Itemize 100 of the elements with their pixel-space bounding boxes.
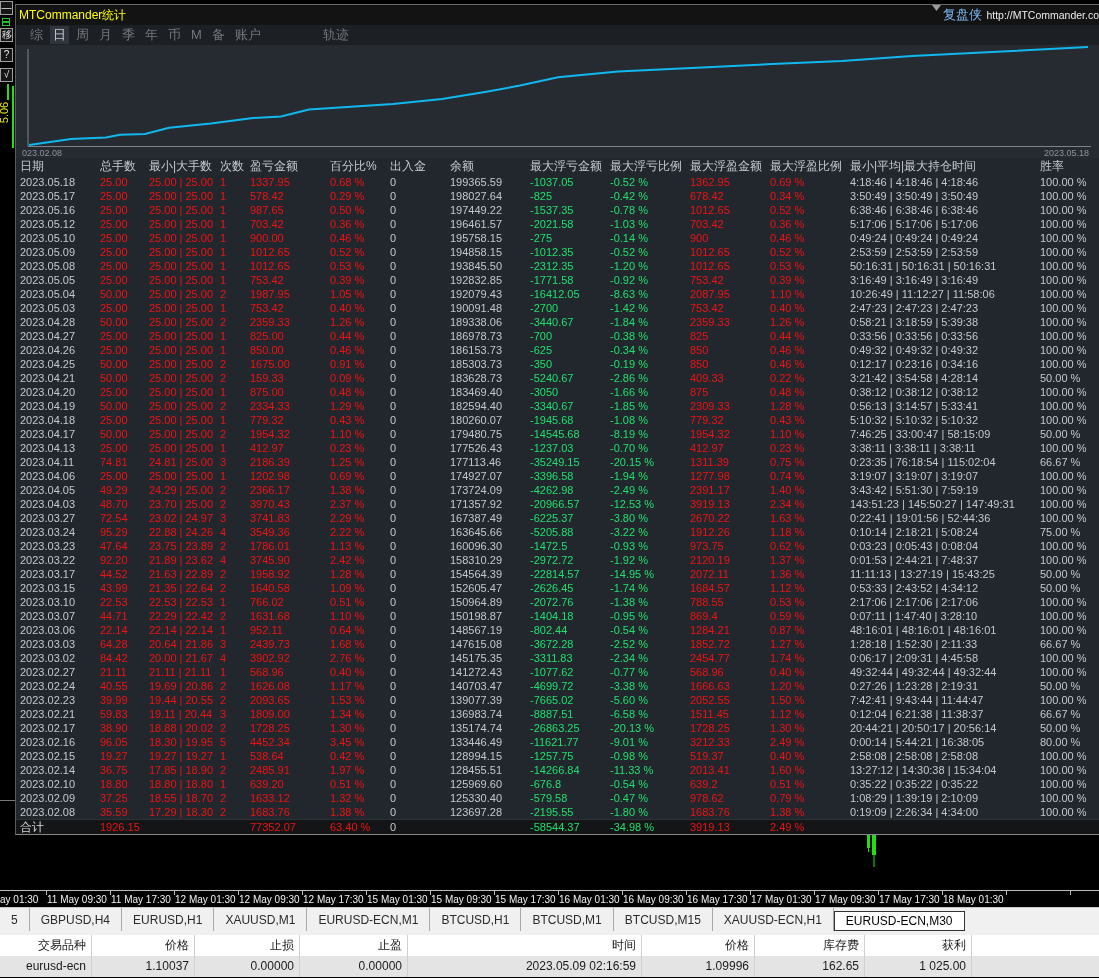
chart-tab[interactable]: EURUSD-ECN,M30 xyxy=(833,911,965,931)
table-cell-text: 189338.06 xyxy=(450,315,503,329)
table-cell-text: 2.22 % xyxy=(330,525,366,539)
table-cell-text: 0 xyxy=(390,511,398,525)
table-cell-text: 0:12:04 | 6:21:38 | 11:38:37 xyxy=(850,707,985,721)
table-cell-text: 100.00 % xyxy=(1040,665,1088,679)
table-cell-text: 125969.60 xyxy=(450,777,503,791)
table-cell-text: 100.00 % xyxy=(1040,273,1088,287)
table-cell-text: -1.42 % xyxy=(610,301,649,315)
column-header: 胜率 xyxy=(1040,159,1065,174)
time-axis-label: 16 May 01:30 xyxy=(558,893,621,906)
table-cell-text: 1 xyxy=(220,777,228,791)
triangle-icon xyxy=(932,5,942,11)
table-cell-text: 1.30 % xyxy=(770,721,806,735)
table-cell-text: 23.70 | 25.00 xyxy=(149,497,215,511)
tab[interactable]: 轨迹 xyxy=(319,26,352,44)
table-cell-text: 0.62 % xyxy=(770,539,806,553)
table-cell-text: 5:10:32 | 5:10:32 | 5:10:32 xyxy=(850,413,980,427)
table-cell-text: 0:58:21 | 3:18:59 | 5:39:38 xyxy=(850,315,980,329)
table-cell-text: 135174.74 xyxy=(450,721,503,735)
table-cell-text: 0 xyxy=(390,259,398,273)
tab[interactable]: 周 xyxy=(73,26,92,44)
table-cell-text: -676.8 xyxy=(530,777,563,791)
table-cell-text: 2023.03.03 xyxy=(20,637,77,651)
table-cell-text: 25.00 xyxy=(100,245,129,259)
table-cell-text: 100.00 % xyxy=(1040,749,1088,763)
table-cell: 1.10037 xyxy=(92,956,195,977)
table-cell-text: -0.38 % xyxy=(610,329,649,343)
table-cell-text: 0 xyxy=(390,707,398,721)
table-cell-text: -0.14 % xyxy=(610,231,649,245)
table-cell-text: 2023.05.12 xyxy=(20,217,77,231)
column-header: 最大浮盈比例 xyxy=(770,159,843,174)
tab[interactable]: 备 xyxy=(208,26,228,44)
table-cell-text: 123697.28 xyxy=(450,805,503,819)
table-cell-text: 180260.07 xyxy=(450,413,503,427)
table-cell-text: 2359.33 xyxy=(690,315,731,329)
candle-icon xyxy=(867,835,870,852)
tab[interactable]: 年 xyxy=(142,26,161,44)
table-cell-text: 1.10 % xyxy=(330,427,366,441)
table-cell-text: 0:06:17 | 2:09:31 | 4:45:58 xyxy=(850,651,980,665)
table-cell-text: -0.42 % xyxy=(610,189,649,203)
table-cell-text: 1.28 % xyxy=(330,567,366,581)
table-cell-text: -2972.72 xyxy=(530,553,575,567)
table-cell-text: 1912.26 xyxy=(690,525,731,539)
table-cell-text: 1.38 % xyxy=(330,805,366,819)
table-cell-text: 1 xyxy=(220,231,228,245)
table-cell-text: 779.32 xyxy=(250,413,285,427)
tab[interactable]: 月 xyxy=(96,26,115,44)
tab[interactable]: 综 xyxy=(27,26,46,44)
tab[interactable]: 季 xyxy=(119,26,138,44)
table-cell-text: 100.00 % xyxy=(1040,413,1088,427)
table-cell-text: -4262.98 xyxy=(530,483,575,497)
table-cell-text: 412.97 xyxy=(250,441,285,455)
table-cell-text: 2023.04.28 xyxy=(20,315,77,329)
table-cell-text: 179480.75 xyxy=(450,427,503,441)
table-cell-text: 0 xyxy=(390,735,398,749)
table-cell-text: 25.00 xyxy=(100,189,129,203)
table-cell-text: 3970.43 xyxy=(250,497,291,511)
table-cell-text: 0.48 % xyxy=(770,385,806,399)
tab[interactable]: 币 xyxy=(165,26,184,44)
table-cell-text: 75.00 % xyxy=(1040,525,1082,539)
table-cell-text: 825 xyxy=(690,329,710,343)
tab[interactable]: 账户 xyxy=(231,26,264,44)
table-cell-text: 19.11 | 20.44 xyxy=(149,707,214,721)
table-cell-text: 100.00 % xyxy=(1040,609,1088,623)
table-cell-text: -1.84 % xyxy=(610,315,649,329)
toolbar-button[interactable]: 移 xyxy=(0,28,13,42)
toolbar-button[interactable]: — xyxy=(0,1,13,15)
table-cell-text: 148567.19 xyxy=(450,623,503,637)
table-cell-text: 1337.95 xyxy=(250,175,291,189)
time-axis-label: 16 May 17:30 xyxy=(686,893,749,906)
table-cell-text: -8887.51 xyxy=(530,707,575,721)
table-cell-text: 2072.11 xyxy=(690,567,730,581)
table-cell-text: -1.92 % xyxy=(610,553,649,567)
table-cell-text: 44.71 xyxy=(100,609,129,623)
table-cell-text: 1 xyxy=(220,217,228,231)
table-cell-text: 100.00 % xyxy=(1040,483,1088,497)
table-cell-text: 6:38:46 | 6:38:46 | 6:38:46 xyxy=(850,203,980,217)
table-cell-text: 192832.85 xyxy=(450,273,503,287)
column-header: 余额 xyxy=(450,159,475,174)
table-cell-text: 2023.04.26 xyxy=(20,343,77,357)
table-cell-text: -350 xyxy=(530,357,554,371)
total-cell-text: 1926.15 xyxy=(100,820,141,834)
tab[interactable]: 日 xyxy=(50,26,69,44)
table-cell-text: -11.33 % xyxy=(610,763,655,777)
table-cell-text: 139077.39 xyxy=(450,693,503,707)
table-cell-text: 2023.02.21 xyxy=(20,707,77,721)
table-cell-text: 100.00 % xyxy=(1040,791,1088,805)
table-cell-text: 0.50 % xyxy=(330,203,366,217)
tab[interactable]: M xyxy=(188,26,205,44)
table-cell-text: 2:17:06 | 2:17:06 | 2:17:06 xyxy=(850,595,980,609)
table-cell-text: -0.77 % xyxy=(610,665,649,679)
toolbar-button[interactable]: ? xyxy=(0,48,13,62)
table-cell-text: 0.39 % xyxy=(330,273,366,287)
toolbar-button[interactable]: √ xyxy=(0,68,13,82)
time-axis-label: 11 May 17:30 xyxy=(110,893,172,906)
table-cell-text: 1012.65 xyxy=(690,203,731,217)
table-cell-text: 20:44:21 | 20:50:17 | 20:56:14 xyxy=(850,721,998,735)
table-cell-text: 0.43 % xyxy=(330,413,366,427)
table-cell-text: 0 xyxy=(390,539,398,553)
